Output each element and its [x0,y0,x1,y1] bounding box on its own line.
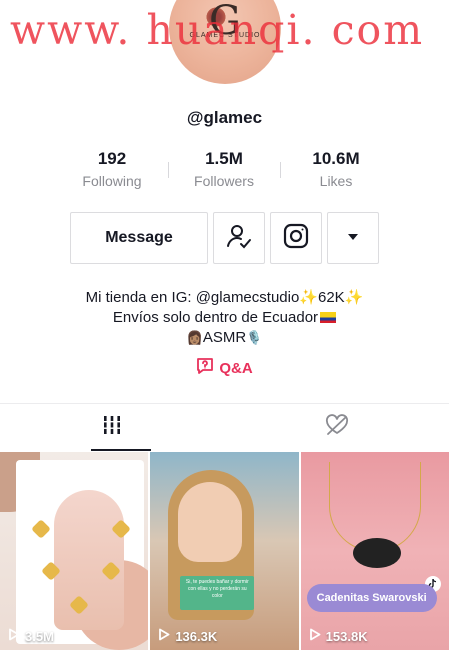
thumbnail-caption-sticker: Si, te puedes bañar y dormir con ellas y… [180,576,255,610]
profile-stats: 192 Following 1.5M Followers 10.6M Likes [56,148,392,189]
qa-label: Q&A [219,360,253,377]
thumbnail-charm [31,519,51,539]
profile-actions: Message [70,212,379,264]
qa-icon [196,357,214,381]
video-view-count-text: 153.8K [325,628,368,644]
stat-followers-label: Followers [194,173,254,189]
instagram-icon [282,222,310,255]
stat-following[interactable]: 192 Following [56,148,168,189]
person-emoji-icon: 👩🏽 [186,331,203,346]
play-icon [309,628,321,644]
video-view-count-text: 3.5M [25,628,54,644]
video-thumbnail[interactable]: 3.5M [0,452,149,650]
tab-videos[interactable] [0,404,225,451]
video-thumbnail[interactable]: Cadenitas Swarovski 153.8K [300,452,449,650]
play-icon [158,628,170,644]
tab-liked[interactable] [225,404,449,451]
stat-likes[interactable]: 10.6M Likes [280,148,392,189]
bio-line-3: 👩🏽ASMR🎙️ [0,328,449,349]
bio-line-2: Envíos solo dentro de Ecuador [0,308,449,328]
site-watermark: www. huanqi. com [10,6,425,54]
thumbnail-jewelry-card [16,460,149,650]
video-thumbnail[interactable]: Si, te puedes bañar y dormir con ellas y… [150,452,299,650]
thumbnail-card-illustration [54,490,124,630]
triangle-down-icon [346,229,360,247]
stat-likes-label: Likes [319,173,353,189]
bio-line-3-text: ASMR [202,329,247,346]
video-view-count-text: 136.3K [175,628,218,644]
stat-followers-count: 1.5M [205,149,243,168]
stat-likes-count: 10.6M [312,149,360,168]
thumbnail-person [178,482,243,562]
profile-username: @glamec [186,108,263,127]
liked-videos-icon [324,414,350,441]
video-view-count: 153.8K [309,628,368,644]
qa-link[interactable]: Q&A [196,357,253,381]
thumbnail-title-pill: Cadenitas Swarovski [306,584,437,612]
microphone-emoji-icon: 🎙️ [246,331,263,346]
stat-followers[interactable]: 1.5M Followers [168,148,280,189]
bio-line-2-text: Envíos solo dentro de Ecuador [112,309,319,326]
video-grid: 3.5M Si, te puedes bañar y dormir con el… [0,452,449,650]
bio-line-1: Mi tienda en IG: @glamecstudio✨62K✨ [85,289,364,306]
instagram-button[interactable] [270,212,322,264]
ecuador-flag-icon [320,312,337,323]
following-status-button[interactable] [213,212,265,264]
profile-bio: Mi tienda en IG: @glamecstudio✨62K✨ Enví… [0,288,449,381]
play-icon [8,628,20,644]
video-view-count: 3.5M [8,628,54,644]
user-check-icon [225,222,253,255]
video-view-count: 136.3K [158,628,217,644]
message-button[interactable]: Message [70,212,208,264]
content-tabs [0,403,449,451]
more-options-button[interactable] [327,212,379,264]
grid-icon [101,414,123,441]
thumbnail-pendant [352,538,401,568]
stat-following-count: 192 [97,149,127,168]
stat-following-label: Following [82,173,142,189]
